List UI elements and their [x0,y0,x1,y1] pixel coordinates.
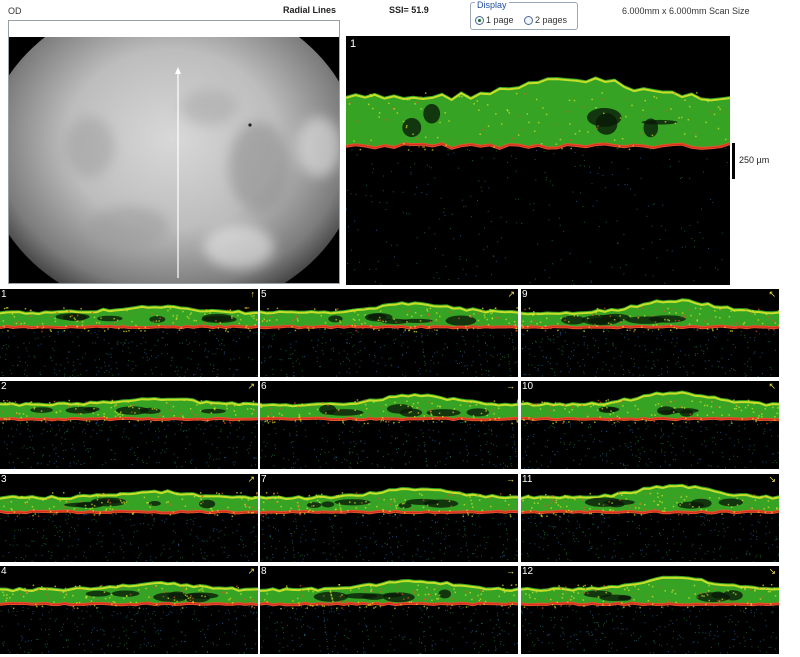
ssi-label: SSI= 51.9 [389,5,429,15]
scan-thumbnail[interactable]: 8 → [260,566,518,654]
display-legend: Display [475,0,509,10]
scan-thumbnail[interactable]: 3 ↗ [0,474,258,562]
scan-direction-icon: ↗ [247,474,255,484]
oct-bscan-image [521,390,779,469]
scan-thumbnail[interactable]: 5 ↗ [260,289,518,377]
oct-bscan-image [521,483,779,562]
thumbnail-number: 11 [522,474,533,485]
display-options-group: Display 1 page 2 pages [470,0,578,30]
scan-thumbnail[interactable]: 4 ↗ [0,566,258,654]
scan-direction-icon: → [506,474,515,484]
oct-bscan-image [0,580,258,654]
scale-label: 250 µm [739,155,770,165]
oct-bscan-image [521,298,779,377]
scan-direction-icon: ↘ [768,474,776,484]
thumbnail-number: 1 [1,289,7,300]
thumbnail-grid: 1 ↑ 5 ↗ 9 ↖ 2 ↗ 6 → 10 ↖ 3 ↗ 7 → 11 ↘ 4 … [0,289,800,657]
scan-direction-icon: → [506,381,515,391]
radio-selected-icon [475,15,484,25]
scan-direction-icon: ↗ [247,381,255,391]
oct-bscan-image [521,575,779,654]
scan-thumbnail[interactable]: 12 ↘ [521,566,779,654]
thumbnail-number: 9 [522,289,528,300]
scan-size-label: 6.000mm x 6.000mm Scan Size [622,6,750,16]
oct-bscan-image [260,301,518,377]
thumbnail-number: 8 [261,566,267,577]
scan-thumbnail[interactable]: 1 ↑ [0,289,258,377]
scan-direction-icon: ↖ [768,289,776,299]
radio-2-pages[interactable]: 2 pages [524,15,567,25]
scan-thumbnail[interactable]: 7 → [260,474,518,562]
scan-pattern-label: Radial Lines [283,5,337,15]
scan-thumbnail[interactable]: 11 ↘ [521,474,779,562]
oct-bscan-image [0,304,258,377]
eye-label: OD [8,6,22,16]
thumbnail-number: 12 [522,566,534,577]
oct-bscan-image [260,578,518,654]
radio-1-page[interactable]: 1 page [475,15,514,25]
scale-bar [732,143,735,179]
oct-bscan-image [0,396,258,469]
oct-bscan-image [260,486,518,562]
fundus-image[interactable] [9,37,339,283]
scan-direction-icon: ↖ [768,381,776,391]
scan-thumbnail[interactable]: 6 → [260,381,518,469]
radio-2-pages-label: 2 pages [535,15,568,25]
radio-1-page-label: 1 page [486,15,514,25]
thumbnail-number: 5 [261,289,267,300]
thumbnail-number: 4 [1,566,7,577]
radio-unselected-icon [524,15,533,25]
scan-direction-icon: ↗ [507,289,515,299]
scan-thumbnail[interactable]: 9 ↖ [521,289,779,377]
scan-direction-icon: ↘ [768,566,776,576]
scan-direction-icon: ↗ [247,566,255,576]
scan-line-arrow [175,67,181,278]
thumbnail-number: 6 [261,381,267,392]
scan-direction-icon: ↑ [250,289,256,299]
thumbnail-number: 3 [1,474,7,485]
main-oct-scan[interactable]: 1 [346,36,730,285]
oct-bscan-image [260,392,518,469]
scan-thumbnail[interactable]: 2 ↗ [0,381,258,469]
oct-bscan-image [0,489,258,562]
scan-direction-icon: → [506,566,515,576]
main-scan-number: 1 [350,38,357,50]
scan-thumbnail[interactable]: 10 ↖ [521,381,779,469]
thumbnail-number: 10 [522,381,534,392]
thumbnail-number: 7 [261,474,267,485]
thumbnail-number: 2 [1,381,7,392]
